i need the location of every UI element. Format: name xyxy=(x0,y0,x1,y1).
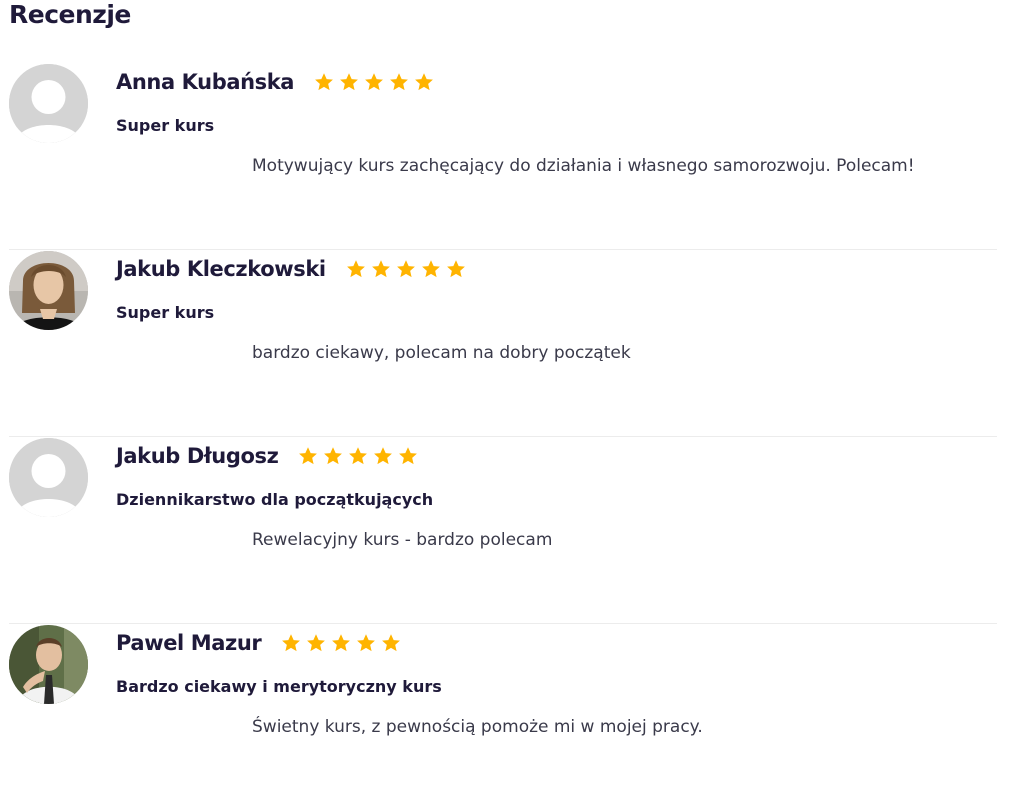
review-item: Jakub Kleczkowski Super kurs bardzo ciek… xyxy=(9,251,997,437)
section-title: Recenzje xyxy=(9,0,131,29)
review-title: Super kurs xyxy=(116,116,215,135)
user-avatar-photo xyxy=(9,251,88,330)
default-avatar-icon xyxy=(9,64,88,143)
review-item: Jakub Długosz Dziennikarstwo dla początk… xyxy=(9,438,997,624)
review-title: Dziennikarstwo dla początkujących xyxy=(116,490,434,509)
star-icon xyxy=(374,447,393,465)
star-icon xyxy=(282,634,301,652)
star-icon xyxy=(315,73,334,91)
star-icon xyxy=(299,447,318,465)
review-title: Bardzo ciekawy i merytoryczny kurs xyxy=(116,677,442,696)
star-icon xyxy=(371,260,390,278)
star-icon xyxy=(415,73,434,91)
star-icon xyxy=(399,447,418,465)
star-icon xyxy=(349,447,368,465)
star-icon xyxy=(307,634,326,652)
star-icon xyxy=(332,634,351,652)
review-item: Anna Kubańska Super kurs Motywujący kurs… xyxy=(9,64,997,250)
default-avatar-icon xyxy=(9,438,88,517)
reviewer-name: Pawel Mazur xyxy=(116,631,262,655)
star-rating xyxy=(346,259,471,279)
user-avatar-photo xyxy=(9,625,88,704)
reviewer-name: Jakub Kleczkowski xyxy=(116,257,326,281)
review-body: Świetny kurs, z pewnością pomoże mi w mo… xyxy=(252,717,703,737)
star-icon xyxy=(382,634,401,652)
star-icon xyxy=(390,73,409,91)
star-icon xyxy=(421,260,440,278)
reviewer-name: Jakub Długosz xyxy=(116,444,279,468)
review-item: Pawel Mazur Bardzo ciekawy i merytoryczn… xyxy=(9,625,997,811)
star-icon xyxy=(340,73,359,91)
star-icon xyxy=(357,634,376,652)
star-icon xyxy=(446,260,465,278)
review-title: Super kurs xyxy=(116,303,215,322)
star-icon xyxy=(324,447,343,465)
review-body: Rewelacyjny kurs - bardzo polecam xyxy=(252,530,553,550)
review-body: Motywujący kurs zachęcający do działania… xyxy=(252,156,915,176)
star-icon xyxy=(346,260,365,278)
star-rating xyxy=(314,72,439,92)
star-rating xyxy=(281,633,406,653)
review-body: bardzo ciekawy, polecam na dobry począte… xyxy=(252,343,631,363)
star-icon xyxy=(365,73,384,91)
reviewer-name: Anna Kubańska xyxy=(116,70,295,94)
star-icon xyxy=(396,260,415,278)
star-rating xyxy=(298,446,423,466)
